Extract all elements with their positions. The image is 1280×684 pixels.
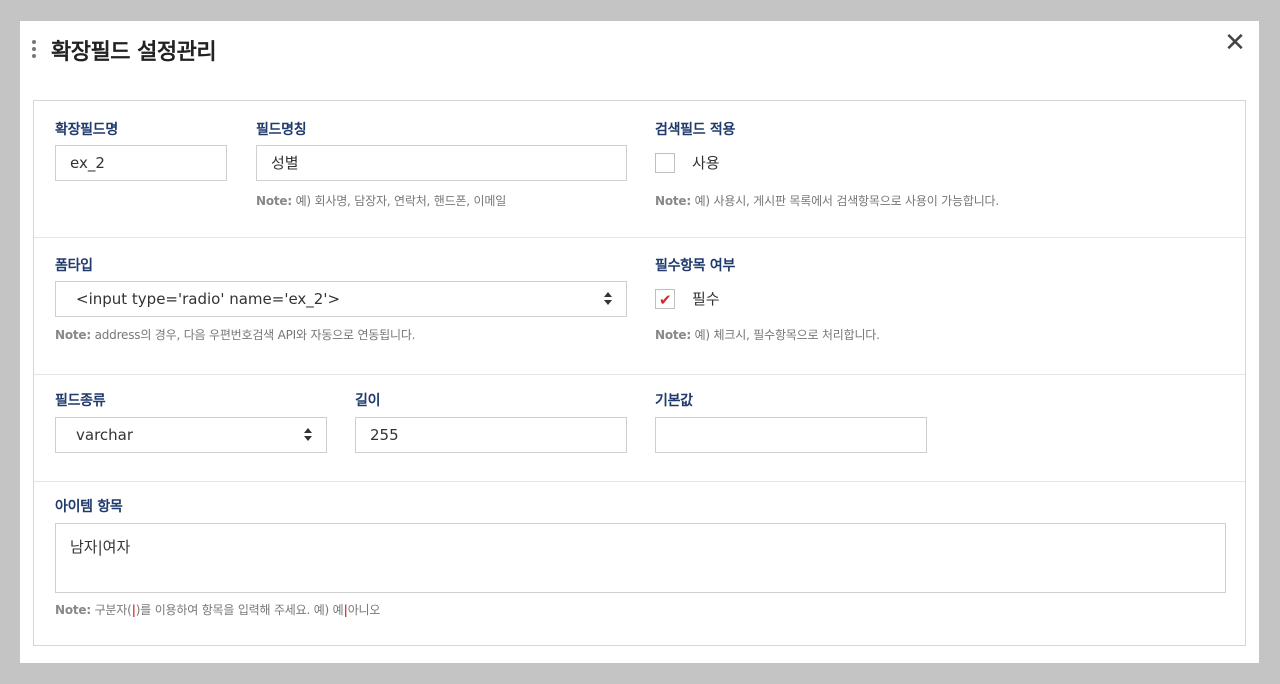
close-icon[interactable]: ✕ xyxy=(1223,30,1247,56)
length-label: 길이 xyxy=(355,393,381,409)
form-type-note: Note: address의 경우, 다음 우편번호검색 API와 자동으로 연… xyxy=(55,326,415,343)
items-note: Note: 구분자(|)를 이용하여 항목을 입력해 주세요. 예) 예|아니오 xyxy=(55,601,380,618)
form-type-selected-value: <input type='radio' name='ex_2'> xyxy=(76,290,341,308)
select-arrows-icon xyxy=(304,428,312,442)
settings-panel: 확장필드명 ex_2 필드명칭 성별 Note: 예) 회사명, 담장자, 연락… xyxy=(33,100,1246,646)
search-field-note: Note: 예) 사용시, 게시판 목록에서 검색항목으로 사용이 가능합니다. xyxy=(655,192,999,209)
note-prefix: Note: xyxy=(55,603,91,617)
search-field-checkbox[interactable] xyxy=(655,153,675,173)
items-textarea[interactable]: 남자|여자 xyxy=(55,523,1226,593)
extension-field-name-input[interactable]: ex_2 xyxy=(55,145,227,181)
field-display-name-note: Note: 예) 회사명, 담장자, 연락처, 핸드폰, 이메일 xyxy=(256,192,506,209)
note-text: 예) 회사명, 담장자, 연락처, 핸드폰, 이메일 xyxy=(291,194,507,208)
note-text: 예) 사용시, 게시판 목록에서 검색항목으로 사용이 가능합니다. xyxy=(690,194,1000,208)
select-arrows-icon xyxy=(604,292,612,306)
form-type-select[interactable]: <input type='radio' name='ex_2'> xyxy=(55,281,627,317)
extension-field-dialog: 확장필드 설정관리 ✕ 확장필드명 ex_2 필드명칭 성별 Note: 예) … xyxy=(20,21,1259,663)
length-input[interactable]: 255 xyxy=(355,417,627,453)
items-label: 아이템 항목 xyxy=(55,499,123,515)
row-items: 아이템 항목 남자|여자 Note: 구분자(|)를 이용하여 항목을 입력해 … xyxy=(34,481,1245,645)
note-prefix: Note: xyxy=(655,328,691,342)
search-field-checkbox-label[interactable]: 사용 xyxy=(692,152,720,173)
search-field-label: 검색필드 적용 xyxy=(655,122,736,138)
required-checkbox-label[interactable]: 필수 xyxy=(692,288,720,309)
note-text: address의 경우, 다음 우편번호검색 API와 자동으로 연동됩니다. xyxy=(90,328,416,342)
note-prefix: Note: xyxy=(256,194,292,208)
dialog-header: 확장필드 설정관리 ✕ xyxy=(20,21,1259,81)
field-type-selected-value: varchar xyxy=(76,426,134,444)
checkmark-icon: ✔ xyxy=(659,291,672,309)
required-label: 필수항목 여부 xyxy=(655,258,736,274)
note-text: 아니오 xyxy=(347,603,381,617)
field-display-name-input[interactable]: 성별 xyxy=(256,145,627,181)
required-checkbox[interactable]: ✔ xyxy=(655,289,675,309)
note-text: )를 이용하여 항목을 입력해 주세요. 예) 예 xyxy=(135,603,344,617)
note-prefix: Note: xyxy=(55,328,91,342)
dialog-title: 확장필드 설정관리 xyxy=(51,40,217,65)
note-prefix: Note: xyxy=(655,194,691,208)
field-type-select[interactable]: varchar xyxy=(55,417,327,453)
field-display-name-label: 필드명칭 xyxy=(256,122,307,138)
default-value-label: 기본값 xyxy=(655,393,693,409)
field-type-label: 필드종류 xyxy=(55,393,106,409)
row-form-type: 폼타입 <input type='radio' name='ex_2'> Not… xyxy=(34,237,1245,375)
note-text: 예) 체크시, 필수항목으로 처리합니다. xyxy=(690,328,880,342)
extension-field-name-label: 확장필드명 xyxy=(55,122,118,138)
row-field-type: 필드종류 varchar 길이 255 기본값 xyxy=(34,374,1245,482)
default-value-input[interactable] xyxy=(655,417,927,453)
required-note: Note: 예) 체크시, 필수항목으로 처리합니다. xyxy=(655,326,880,343)
drag-handle-icon[interactable] xyxy=(32,40,36,60)
note-text: 구분자( xyxy=(90,603,132,617)
row-names: 확장필드명 ex_2 필드명칭 성별 Note: 예) 회사명, 담장자, 연락… xyxy=(34,101,1245,238)
form-type-label: 폼타입 xyxy=(55,258,93,274)
